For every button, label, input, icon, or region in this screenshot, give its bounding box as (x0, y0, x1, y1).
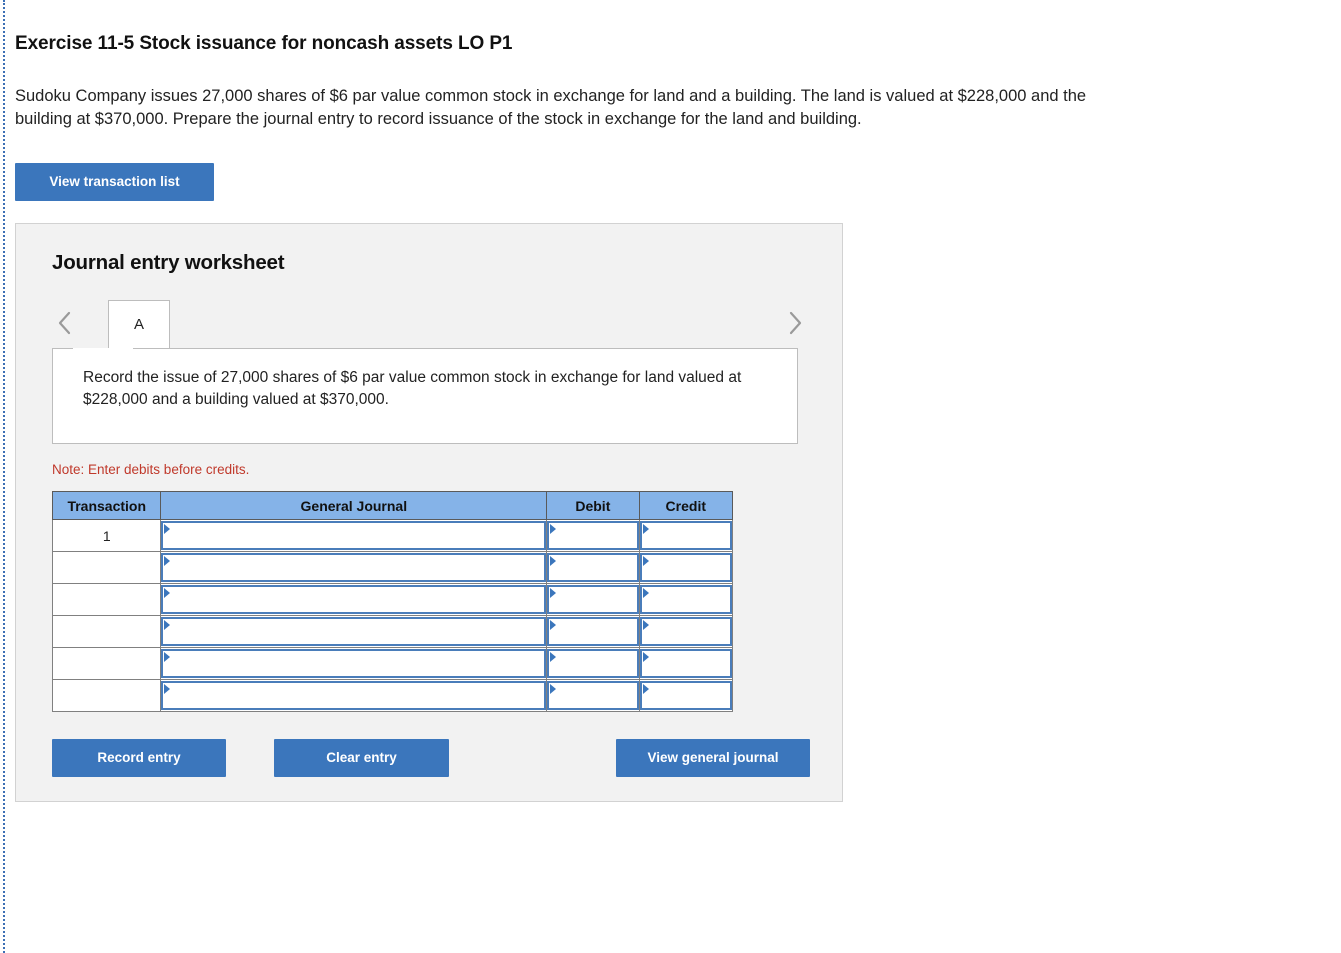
table-row (51, 583, 734, 616)
exercise-description: Sudoku Company issues 27,000 shares of $… (15, 87, 1087, 128)
credit-input[interactable] (639, 521, 732, 550)
general-journal-input[interactable] (161, 585, 547, 614)
credit-cell[interactable] (638, 679, 734, 712)
dropdown-caret-icon (164, 620, 171, 630)
general-journal-input[interactable] (161, 681, 547, 710)
dropdown-caret-icon (550, 684, 557, 694)
view-general-journal-button[interactable]: View general journal (616, 739, 810, 777)
dropdown-caret-icon (164, 588, 171, 598)
general-journal-input[interactable] (161, 521, 547, 550)
journal-entry-table: Transaction General Journal Debit Credit… (51, 491, 734, 712)
debit-input[interactable] (547, 617, 639, 646)
dropdown-caret-icon (164, 556, 171, 566)
dropdown-caret-icon (642, 620, 649, 630)
credit-cell[interactable] (638, 551, 734, 584)
debit-cell[interactable] (546, 551, 640, 584)
debit-input[interactable] (547, 681, 639, 710)
worksheet-tab-a[interactable]: A (108, 300, 170, 348)
column-header-debit: Debit (546, 491, 640, 520)
general-journal-input[interactable] (161, 649, 547, 678)
table-row (51, 679, 734, 712)
transaction-number-cell (51, 679, 162, 712)
dropdown-caret-icon (550, 620, 557, 630)
column-header-general-journal: General Journal (160, 491, 548, 520)
general-journal-cell[interactable] (160, 679, 548, 712)
worksheet-instruction-panel: Record the issue of 27,000 shares of $6 … (52, 348, 798, 444)
page-content: Exercise 11-5 Stock issuance for noncash… (15, 0, 1325, 802)
debits-before-credits-note: Note: Enter debits before credits. (52, 462, 250, 477)
transaction-number-cell: 1 (51, 519, 162, 552)
dropdown-caret-icon (642, 524, 649, 534)
credit-cell[interactable] (638, 519, 734, 552)
dropdown-caret-icon (642, 588, 649, 598)
chevron-left-icon[interactable] (52, 305, 78, 341)
column-header-credit: Credit (638, 491, 734, 520)
credit-input[interactable] (639, 585, 732, 614)
column-header-transaction: Transaction (51, 491, 162, 520)
transaction-number-cell (51, 551, 162, 584)
debit-input[interactable] (547, 585, 639, 614)
debit-input[interactable] (547, 521, 639, 550)
general-journal-cell[interactable] (160, 647, 548, 680)
dropdown-caret-icon (642, 684, 649, 694)
dropdown-caret-icon (642, 556, 649, 566)
dropdown-caret-icon (550, 588, 557, 598)
debit-cell[interactable] (546, 615, 640, 648)
general-journal-cell[interactable] (160, 583, 548, 616)
table-row (51, 615, 734, 648)
general-journal-input[interactable] (161, 617, 547, 646)
table-row: 1 (51, 519, 734, 552)
dropdown-caret-icon (164, 684, 171, 694)
worksheet-footer-buttons: Record entry Clear entry View general jo… (52, 739, 812, 777)
clear-entry-button[interactable]: Clear entry (274, 739, 449, 777)
view-transaction-list-button[interactable]: View transaction list (15, 163, 214, 201)
worksheet-tabstrip: A (52, 299, 808, 349)
general-journal-cell[interactable] (160, 551, 548, 584)
worksheet-heading: Journal entry worksheet (52, 251, 285, 274)
credit-cell[interactable] (638, 615, 734, 648)
debit-cell[interactable] (546, 679, 640, 712)
general-journal-input[interactable] (161, 553, 547, 582)
dropdown-caret-icon (642, 652, 649, 662)
page-edge-rule (3, 0, 5, 953)
dropdown-caret-icon (164, 524, 171, 534)
transaction-number-cell (51, 583, 162, 616)
debit-input[interactable] (547, 649, 639, 678)
credit-input[interactable] (639, 681, 732, 710)
dropdown-caret-icon (550, 556, 557, 566)
journal-entry-worksheet-panel: Journal entry worksheet A Record the iss… (15, 223, 843, 802)
dropdown-caret-icon (164, 652, 171, 662)
page-title: Exercise 11-5 Stock issuance for noncash… (15, 33, 513, 54)
record-entry-button[interactable]: Record entry (52, 739, 226, 777)
credit-input[interactable] (639, 649, 732, 678)
credit-cell[interactable] (638, 647, 734, 680)
worksheet-tab-a-label: A (133, 316, 144, 333)
table-row (51, 551, 734, 584)
dropdown-caret-icon (550, 652, 557, 662)
general-journal-cell[interactable] (160, 615, 548, 648)
debit-cell[interactable] (546, 647, 640, 680)
dropdown-caret-icon (550, 524, 557, 534)
credit-cell[interactable] (638, 583, 734, 616)
transaction-number-cell (51, 615, 162, 648)
worksheet-instruction-text: Record the issue of 27,000 shares of $6 … (83, 369, 742, 408)
debit-input[interactable] (547, 553, 639, 582)
table-header-row: Transaction General Journal Debit Credit (51, 491, 734, 520)
credit-input[interactable] (639, 617, 732, 646)
credit-input[interactable] (639, 553, 732, 582)
general-journal-cell[interactable] (160, 519, 548, 552)
debit-cell[interactable] (546, 519, 640, 552)
chevron-right-icon[interactable] (782, 305, 808, 341)
debit-cell[interactable] (546, 583, 640, 616)
table-row (51, 647, 734, 680)
transaction-number-cell (51, 647, 162, 680)
